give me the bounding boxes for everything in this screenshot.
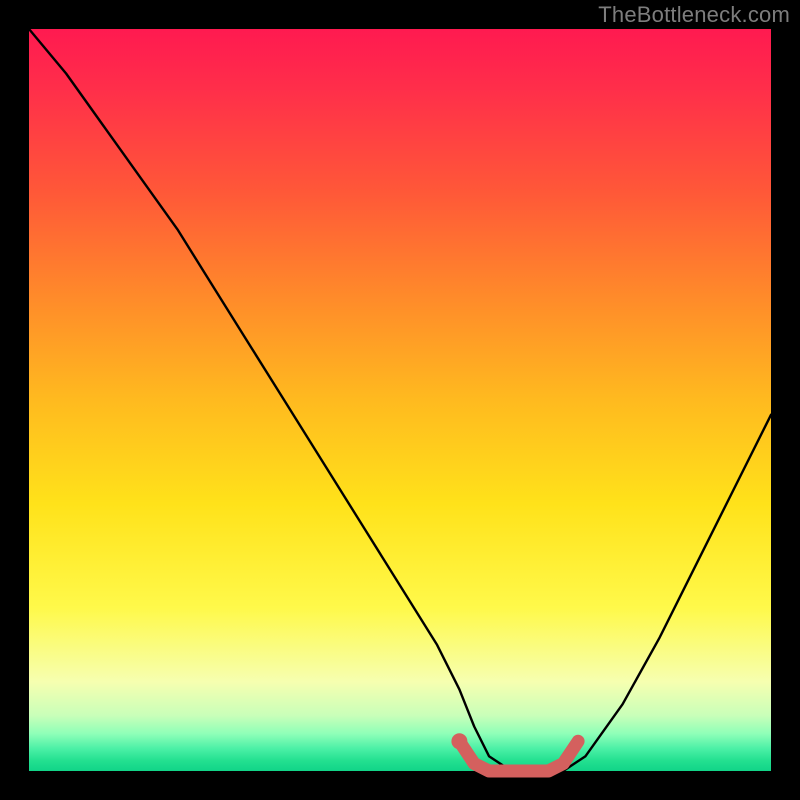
- curve-layer: [29, 29, 771, 771]
- bottleneck-curve: [29, 29, 771, 771]
- optimal-zone-marker: [459, 741, 578, 771]
- watermark-text: TheBottleneck.com: [598, 2, 790, 28]
- chart-frame: TheBottleneck.com: [0, 0, 800, 800]
- optimal-start-dot: [451, 733, 467, 749]
- plot-area: [29, 29, 771, 771]
